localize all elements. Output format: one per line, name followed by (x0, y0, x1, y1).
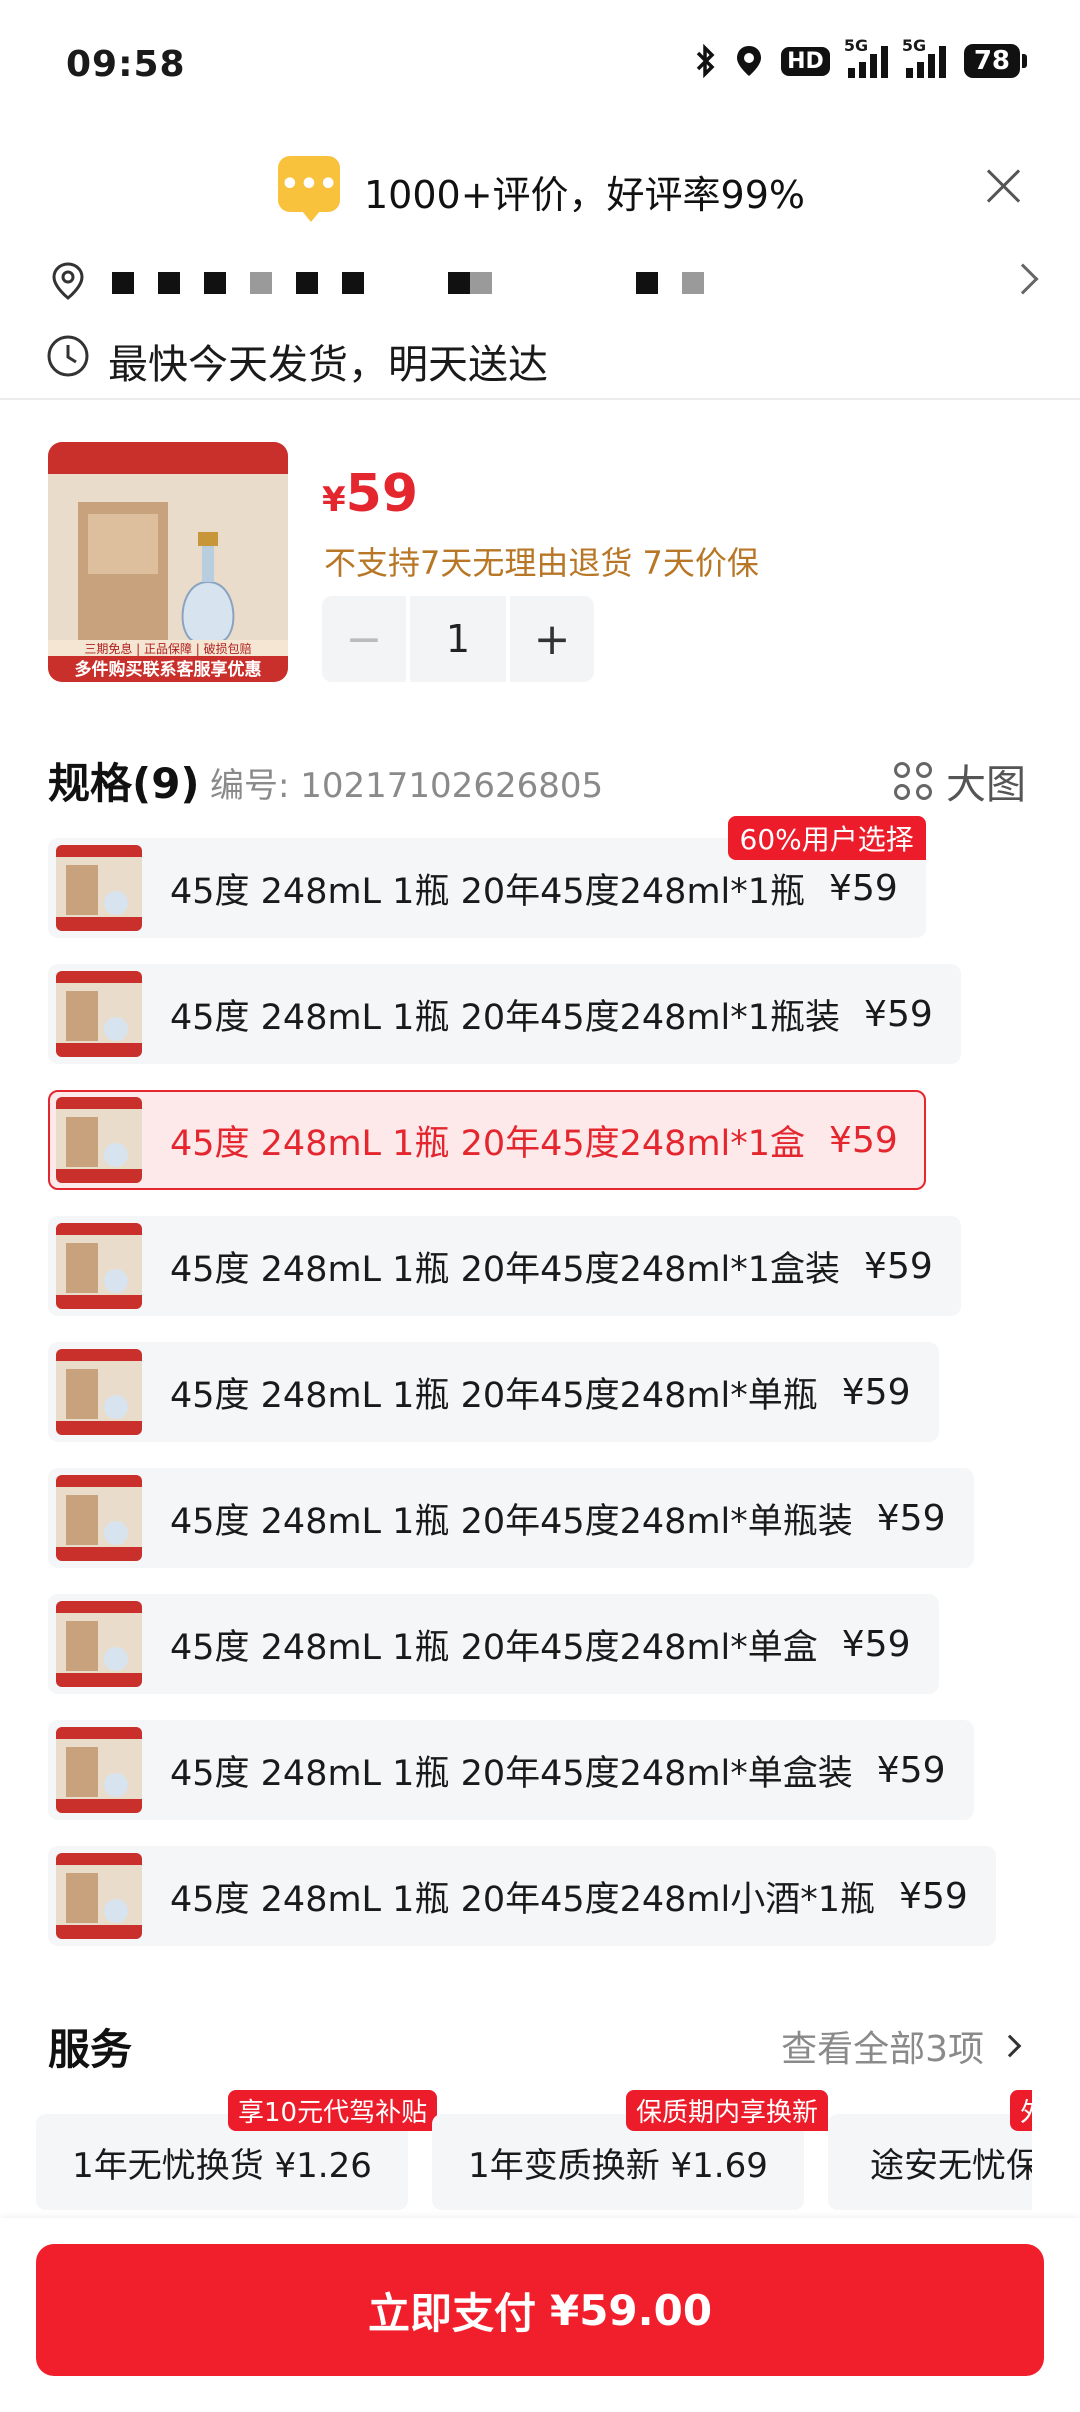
spec-price: ¥59 (829, 1119, 898, 1161)
chevron-right-icon (998, 2034, 1022, 2058)
spec-option[interactable]: 45度 248mL 1瓶 20年45度248ml*单瓶装 ¥59 (48, 1468, 974, 1568)
delivery-text: 最快今天发货，明天送达 (108, 342, 548, 388)
divider (0, 398, 1080, 400)
increase-button[interactable]: + (510, 596, 594, 682)
address-pin-icon (52, 262, 84, 300)
spec-price: ¥59 (876, 1749, 946, 1791)
spec-price: ¥59 (829, 867, 898, 909)
spec-thumb (56, 1223, 142, 1309)
thumb-banner: 多件购买联系客服享优惠 (75, 659, 262, 680)
spec-label: 45度 248mL 1瓶 20年45度248ml*1瓶装 (170, 997, 841, 1038)
spec-label: 45度 248mL 1瓶 20年45度248ml*单瓶装 (170, 1501, 853, 1542)
popular-badge: 60%用户选择 (727, 816, 926, 860)
view-all-services[interactable]: 查看全部3项 (781, 2020, 1022, 2072)
spec-label: 45度 248mL 1瓶 20年45度248ml小酒*1瓶 (170, 1879, 876, 1920)
spec-option[interactable]: 45度 248mL 1瓶 20年45度248ml*单盒装 ¥59 (48, 1720, 974, 1820)
address-redacted (112, 272, 728, 294)
spec-label: 45度 248mL 1瓶 20年45度248ml*单盒 (170, 1627, 818, 1668)
spec-price: ¥59 (841, 1371, 911, 1413)
spec-label: 45度 248mL 1瓶 20年45度248ml*单瓶 (170, 1375, 818, 1416)
spec-price: ¥59 (864, 993, 933, 1035)
spec-option[interactable]: 45度 248mL 1瓶 20年45度248ml*1瓶 ¥59 60%用户选择 (48, 816, 926, 938)
spec-price: ¥59 (864, 1245, 933, 1287)
status-bar: 09:58 HD 5G 5G 78 (0, 0, 1080, 130)
spec-option-selected[interactable]: 45度 248mL 1瓶 20年45度248ml*1盒 ¥59 (48, 1090, 926, 1190)
spec-thumb (56, 1727, 142, 1813)
return-policy-note: 不支持7天无理由退货 7天价保 (324, 544, 759, 582)
product-price: ¥59 (322, 464, 419, 524)
delivery-row: 最快今天发货，明天送达 (0, 322, 1080, 392)
spec-option[interactable]: 45度 248mL 1瓶 20年45度248ml*单盒 ¥59 (48, 1594, 939, 1694)
spec-thumb (56, 1853, 142, 1939)
spec-thumb (56, 1601, 142, 1687)
thumb-tags: 三期免息 | 正品保障 | 破损包赔 (84, 641, 251, 656)
spec-label: 45度 248mL 1瓶 20年45度248ml*1瓶 (170, 871, 806, 912)
view-all-label: 查看全部3项 (781, 2029, 984, 2070)
pay-now-button[interactable]: 立即支付 ¥59.00 (36, 2244, 1044, 2376)
bluetooth-icon (696, 44, 715, 78)
hd-icon: HD (781, 46, 830, 76)
spec-price: ¥59 (876, 1497, 946, 1539)
product-code: 编号: 10217102626805 (210, 766, 604, 806)
quantity-stepper: − 1 + (322, 596, 594, 682)
service-card[interactable]: 途安无忧保 (828, 2114, 1032, 2210)
decrease-button[interactable]: − (322, 596, 406, 682)
spec-label: 45度 248mL 1瓶 20年45度248ml*1盒装 (170, 1249, 841, 1290)
close-icon[interactable] (980, 162, 1028, 210)
spec-option[interactable]: 45度 248mL 1瓶 20年45度248ml小酒*1瓶 ¥59 (48, 1846, 996, 1946)
clock-icon (47, 335, 89, 377)
service-tag: 外 (1010, 2090, 1032, 2131)
address-row[interactable] (0, 250, 1080, 310)
spec-option[interactable]: 45度 248mL 1瓶 20年45度248ml*1瓶装 ¥59 (48, 964, 961, 1064)
spec-thumb (56, 1097, 142, 1183)
pay-label: 立即支付 (367, 2288, 536, 2338)
location-icon (737, 46, 762, 76)
spec-thumb (56, 971, 142, 1057)
chevron-right-icon (1007, 263, 1039, 295)
5g-signal-icon: 5G (902, 36, 946, 78)
review-summary[interactable]: 1000+评价，好评率99% (364, 164, 805, 219)
5g-signal-icon: 5G (844, 36, 888, 78)
spec-thumb (56, 1349, 142, 1435)
big-image-label: 大图 (946, 762, 1026, 808)
product-image[interactable]: 三期免息 | 正品保障 | 破损包赔 多件购买联系客服享优惠 (48, 442, 288, 682)
spec-price: ¥59 (899, 1875, 968, 1917)
pay-amount: ¥59.00 (549, 2285, 713, 2335)
review-chat-icon: ••• (278, 156, 340, 222)
spec-option[interactable]: 45度 248mL 1瓶 20年45度248ml*1盒装 ¥59 (48, 1216, 961, 1316)
services-title: 服务 (48, 2025, 133, 2074)
header: ••• 1000+评价，好评率99% (0, 150, 1080, 230)
quantity-value[interactable]: 1 (410, 596, 506, 682)
status-icons: HD 5G 5G 78 (695, 36, 1028, 78)
grid-icon (894, 762, 932, 800)
spec-thumb (56, 845, 142, 931)
spec-thumb (56, 1475, 142, 1561)
spec-option[interactable]: 45度 248mL 1瓶 20年45度248ml*单瓶 ¥59 (48, 1342, 939, 1442)
spec-price: ¥59 (841, 1623, 911, 1665)
big-image-button[interactable]: 大图 (894, 752, 1026, 810)
bottom-bar: 立即支付 ¥59.00 (0, 2218, 1080, 2412)
spec-label: 45度 248mL 1瓶 20年45度248ml*单盒装 (170, 1753, 853, 1794)
service-tag: 保质期内享换新 (626, 2090, 829, 2131)
spec-title: 规格(9) (48, 759, 200, 808)
services-carousel[interactable]: 1年无忧换货 ¥1.26 享10元代驾补贴 1年变质换新 ¥1.69 保质期内享… (0, 2080, 1032, 2220)
battery-icon: 78 (963, 44, 1028, 78)
spec-label: 45度 248mL 1瓶 20年45度248ml*1盒 (170, 1123, 806, 1164)
status-time: 09:58 (66, 44, 186, 85)
service-tag: 享10元代驾补贴 (228, 2090, 438, 2131)
